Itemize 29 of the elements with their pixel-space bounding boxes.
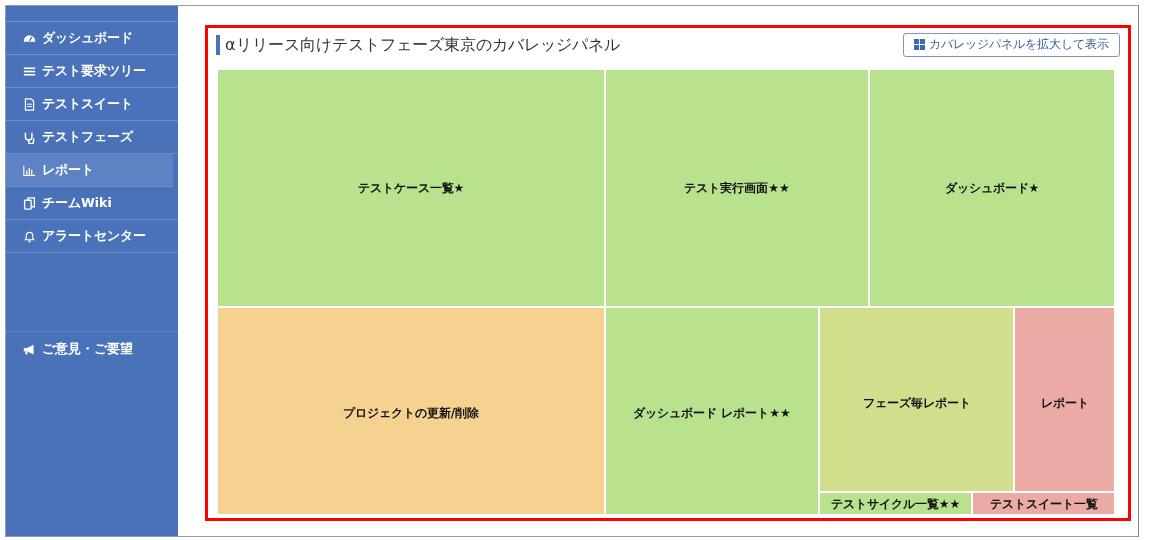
bell-icon [23, 229, 36, 243]
expand-button[interactable]: カバレッジパネルを拡大して表示 [903, 32, 1120, 57]
treemap-tile[interactable]: テストケース一覧★ [218, 69, 604, 306]
treemap-tile[interactable]: レポート [1015, 307, 1114, 491]
tile-label: テスト実行画面★★ [684, 180, 790, 195]
treemap-tile[interactable]: テスト実行画面★★ [606, 69, 868, 306]
copy-icon [23, 196, 36, 210]
tile-label: テストスイート一覧 [989, 496, 1098, 511]
tile-label: フェーズ毎レポート [862, 395, 971, 410]
grid-icon [914, 39, 925, 51]
stethoscope-icon [23, 130, 36, 144]
list-icon [23, 64, 36, 78]
tile-label: ダッシュボード レポート★★ [633, 405, 791, 420]
treemap-tile[interactable]: ダッシュボード★ [870, 69, 1114, 306]
document-icon [23, 97, 36, 111]
treemap-tile[interactable]: フェーズ毎レポート [820, 307, 1013, 491]
tile-label: ダッシュボード★ [944, 180, 1040, 195]
bar-chart-icon [23, 163, 36, 177]
treemap-tile[interactable]: テストスイート一覧 [973, 493, 1114, 514]
tile-label: テストサイクル一覧★★ [830, 496, 961, 511]
tile-label: レポート [1040, 395, 1089, 410]
tile-label: プロジェクトの更新/削除 [342, 405, 480, 420]
sidebar-item[interactable]: レポート [6, 154, 173, 187]
treemap-tile[interactable]: テストサイクル一覧★★ [820, 493, 971, 514]
megaphone-icon [23, 342, 36, 356]
panel-title: αリリース向けテストフェーズ東京のカバレッジパネル [216, 34, 620, 55]
treemap-tile[interactable]: プロジェクトの更新/削除 [218, 307, 604, 514]
treemap-tile[interactable]: ダッシュボード レポート★★ [606, 307, 818, 514]
tile-label: テストケース一覧★ [357, 180, 465, 195]
